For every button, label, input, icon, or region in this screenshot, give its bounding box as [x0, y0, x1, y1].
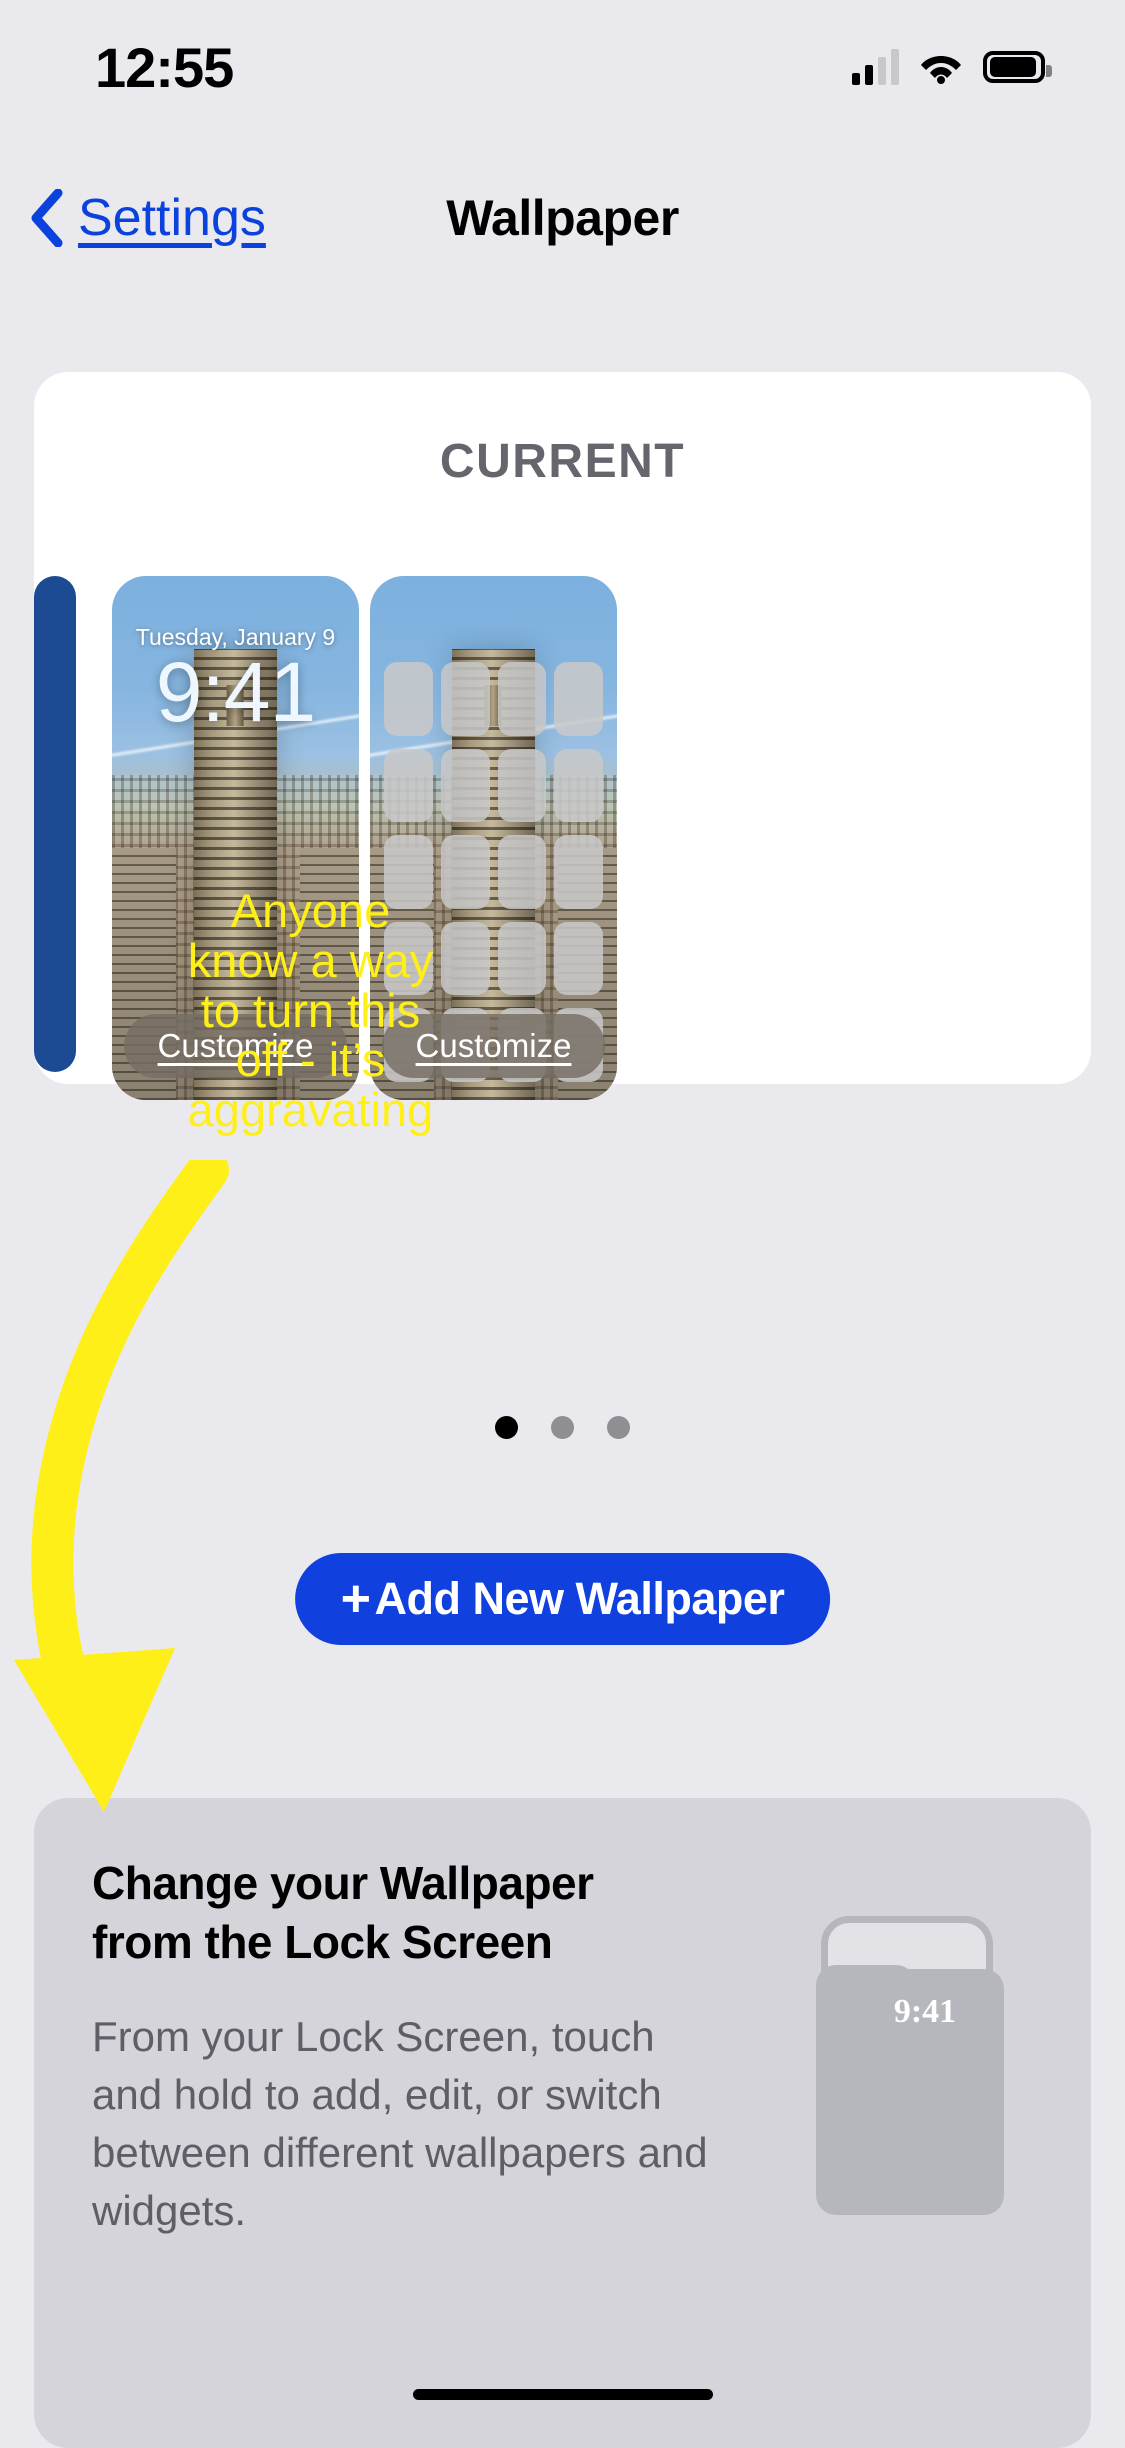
add-new-wallpaper-label: Add New Wallpaper	[374, 1573, 785, 1624]
home-indicator	[412, 2389, 713, 2400]
customize-home-button[interactable]: Customize	[381, 1014, 606, 1078]
phone-illustration-icon: 9:41	[816, 1916, 1004, 2215]
home-screen-preview[interactable]: Customize	[370, 576, 617, 1100]
app-icon-placeholder	[384, 662, 433, 736]
phone-illustration-time: 9:41	[893, 1993, 957, 2030]
app-icon-placeholder	[554, 662, 603, 736]
wifi-icon	[921, 56, 961, 84]
app-icon-placeholder	[497, 921, 547, 996]
page-dot-2[interactable]	[551, 1416, 574, 1439]
app-icon-placeholder	[440, 748, 490, 823]
status-bar-time: 12:55	[95, 35, 234, 99]
current-section-heading: CURRENT	[439, 435, 686, 488]
app-icon-placeholder	[384, 921, 433, 996]
page-dots[interactable]	[0, 1416, 1125, 1439]
status-bar: 12:55	[0, 0, 1125, 120]
wallpaper-preview-row: Tuesday, January 9 9:41 Customize Custom…	[34, 576, 1091, 1100]
lock-screen-tip-card: Change your Wallpaper from the Lock Scre…	[34, 1798, 1091, 2448]
curved-arrow-icon	[14, 1160, 229, 1812]
add-new-wallpaper-button[interactable]: + Add New Wallpaper	[294, 1553, 831, 1645]
app-icon-placeholder	[554, 921, 603, 996]
app-icon-placeholder	[440, 921, 490, 996]
app-icon-placeholder	[384, 748, 433, 823]
navigation-bar: Settings Wallpaper	[0, 168, 1125, 268]
page-dot-3[interactable]	[607, 1416, 630, 1439]
app-icon-placeholder	[440, 835, 490, 909]
lock-screen-preview[interactable]: Tuesday, January 9 9:41 Customize	[112, 576, 359, 1100]
tip-body: From your Lock Screen, touch and hold to…	[92, 2012, 708, 2234]
page-dot-1[interactable]	[495, 1416, 518, 1439]
lock-screen-time: 9:41	[155, 645, 317, 739]
cellular-bars-icon	[852, 49, 899, 85]
app-icon-placeholder	[554, 748, 603, 823]
plus-icon: +	[340, 1570, 371, 1628]
tip-title: Change your Wallpaper from the Lock Scre…	[92, 1857, 594, 1968]
app-icon-placeholder	[497, 835, 547, 909]
customize-lock-button[interactable]: Customize	[123, 1014, 348, 1078]
app-icon-placeholder	[497, 662, 547, 736]
next-wallpaper-peek[interactable]	[34, 576, 76, 1072]
app-icon-placeholder	[497, 748, 547, 823]
status-bar-indicators	[852, 49, 1052, 85]
app-icon-placeholder	[384, 835, 433, 909]
app-icon-placeholder	[440, 662, 490, 736]
app-icon-placeholder	[554, 835, 603, 909]
page-title: Wallpaper	[446, 190, 679, 246]
current-wallpaper-card: CURRENT Tuesday, January 9 9:41 Customiz…	[34, 372, 1091, 1100]
battery-full-icon	[983, 51, 1052, 83]
